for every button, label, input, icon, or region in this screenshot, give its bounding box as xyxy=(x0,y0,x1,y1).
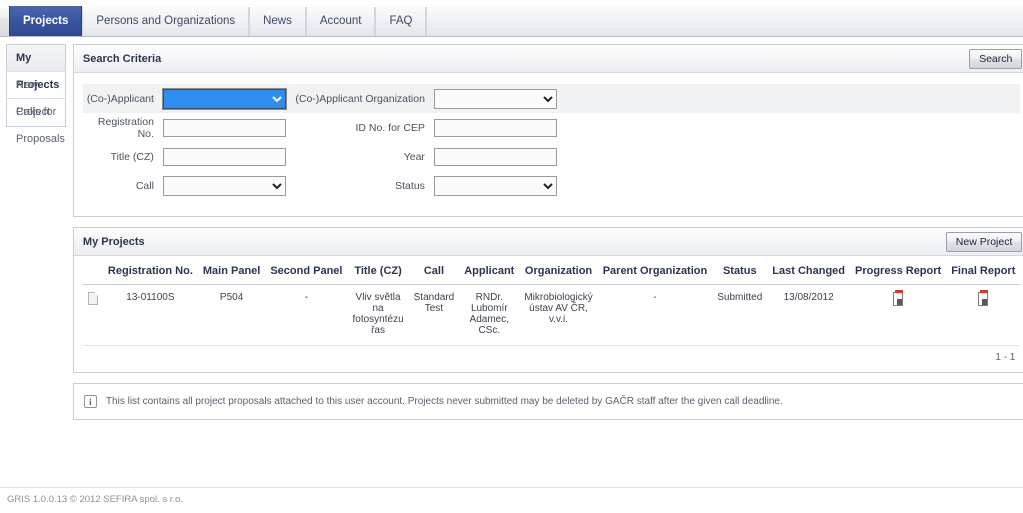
search-form: (Co-)Applicant (Co-)Applicant Organizati… xyxy=(74,73,1023,216)
tab-faq[interactable]: FAQ xyxy=(375,7,427,36)
title-cz-label: Title (CZ) xyxy=(110,150,154,163)
sidebar-item-calls-for-proposals[interactable]: Calls for Proposals xyxy=(7,99,65,145)
year-input[interactable] xyxy=(433,147,557,166)
footer: GRIS 1.0.0.13 © 2012 SEFIRA spol. s r.o. xyxy=(0,487,1023,513)
tab-label: News xyxy=(263,15,292,27)
title-cz-input[interactable] xyxy=(162,147,286,166)
form-row-applicant: (Co-)Applicant (Co-)Applicant Organizati… xyxy=(82,84,1021,113)
id-no-for-cep-input[interactable] xyxy=(433,118,557,137)
applicant-organization-label: (Co-)Applicant Organization xyxy=(295,92,425,105)
cell-final-report[interactable] xyxy=(946,284,1021,346)
cell-registration-no: 13-01100S xyxy=(102,284,198,346)
footer-version-text: GRIS 1.0.0.13 © 2012 SEFIRA spol. s r.o. xyxy=(7,494,183,505)
column-header-main-panel[interactable]: Main Panel xyxy=(197,256,266,285)
cell-organization: Mikrobiologický ústav AV ČR, v.v.i. xyxy=(519,284,598,346)
column-header-progress-report[interactable]: Progress Report xyxy=(850,256,947,285)
my-projects-header: My Projects New Project xyxy=(73,228,1023,256)
nav-filler xyxy=(426,7,1023,36)
tab-news[interactable]: News xyxy=(249,7,306,36)
cell-status: Submitted xyxy=(712,284,768,346)
search-criteria-panel: Search Criteria Search (Co-)Applicant (C… xyxy=(72,44,1023,217)
pagination-info: 1 - 1 xyxy=(995,352,1016,363)
cell-last-changed: 13/08/2012 xyxy=(767,284,850,346)
column-header-status[interactable]: Status xyxy=(712,256,768,285)
table-header-row: Registration No. Main Panel Second Panel… xyxy=(82,256,1021,285)
panel-title: My Projects xyxy=(82,235,145,248)
tab-account[interactable]: Account xyxy=(305,7,376,36)
column-header-organization[interactable]: Organization xyxy=(519,256,598,285)
status-select[interactable] xyxy=(433,175,557,196)
page-icon[interactable] xyxy=(87,292,98,305)
tab-label: Projects xyxy=(23,15,69,27)
id-no-for-cep-label: ID No. for CEP xyxy=(355,121,425,134)
search-criteria-header: Search Criteria Search xyxy=(73,45,1023,73)
search-button[interactable]: Search xyxy=(969,48,1023,69)
table-row[interactable]: 13-01100S P504 - Vliv světla na fotosynt… xyxy=(82,284,1021,346)
column-header-parent-organization[interactable]: Parent Organization xyxy=(597,256,713,285)
cell-title-cz: Vliv světla na fotosyntézu řas xyxy=(347,284,409,346)
column-header-call[interactable]: Call xyxy=(408,256,460,285)
registration-no-label: Registration No. xyxy=(97,115,154,140)
info-icon: i xyxy=(83,395,97,408)
column-header-title-cz[interactable]: Title (CZ) xyxy=(347,256,409,285)
year-label: Year xyxy=(403,150,425,163)
registration-no-input[interactable] xyxy=(162,118,286,137)
tab-label: Persons and Organizations xyxy=(96,15,236,27)
cell-call: Standard Test xyxy=(408,284,460,346)
column-header-icon xyxy=(82,256,103,285)
sidebar-item-label: Calls for Proposals xyxy=(16,106,65,145)
info-notice: i This list contains all project proposa… xyxy=(72,383,1023,420)
sidebar-item-my-projects[interactable]: My Projects xyxy=(7,45,65,91)
form-row-call: Call Status xyxy=(83,171,1020,200)
panel-title: Search Criteria xyxy=(82,52,162,65)
column-header-applicant[interactable]: Applicant xyxy=(459,256,520,285)
row-document-icon-cell[interactable] xyxy=(82,284,103,346)
cell-main-panel: P504 xyxy=(197,284,266,346)
form-row-title-cz: Title (CZ) Year xyxy=(83,142,1020,171)
applicant-organization-select[interactable] xyxy=(433,88,557,109)
progress-report-icon[interactable] xyxy=(893,290,904,306)
cell-applicant: RNDr. Lubomír Adamec, CSc. xyxy=(459,284,520,346)
applicant-label: (Co-)Applicant xyxy=(86,92,154,105)
tab-persons-and-organizations[interactable]: Persons and Organizations xyxy=(82,7,250,36)
cell-second-panel: - xyxy=(265,284,348,346)
tab-label: Account xyxy=(319,15,362,27)
tab-projects[interactable]: Projects xyxy=(9,6,83,36)
new-project-button[interactable]: New Project xyxy=(945,231,1023,252)
info-notice-text: This list contains all project proposals… xyxy=(105,396,783,407)
column-header-final-report[interactable]: Final Report xyxy=(946,256,1021,285)
cell-parent-organization: - xyxy=(597,284,713,346)
call-select[interactable] xyxy=(162,175,286,196)
form-row-registration-no: Registration No. ID No. for CEP xyxy=(83,113,1020,142)
status-label: Status xyxy=(395,179,425,192)
call-label: Call xyxy=(135,179,154,192)
column-header-last-changed[interactable]: Last Changed xyxy=(767,256,850,285)
column-header-registration-no[interactable]: Registration No. xyxy=(102,256,198,285)
final-report-icon[interactable] xyxy=(978,290,989,306)
tab-label: FAQ xyxy=(389,15,413,27)
sidebar: My Projects New Project Calls for Propos… xyxy=(6,44,66,145)
cell-progress-report[interactable] xyxy=(850,284,947,346)
projects-table: Registration No. Main Panel Second Panel… xyxy=(82,256,1021,346)
main-navigation: Projects Persons and Organizations News … xyxy=(0,0,1023,37)
my-projects-panel: My Projects New Project Registration No.… xyxy=(72,227,1023,373)
column-header-second-panel[interactable]: Second Panel xyxy=(265,256,348,285)
applicant-select[interactable] xyxy=(161,87,287,110)
